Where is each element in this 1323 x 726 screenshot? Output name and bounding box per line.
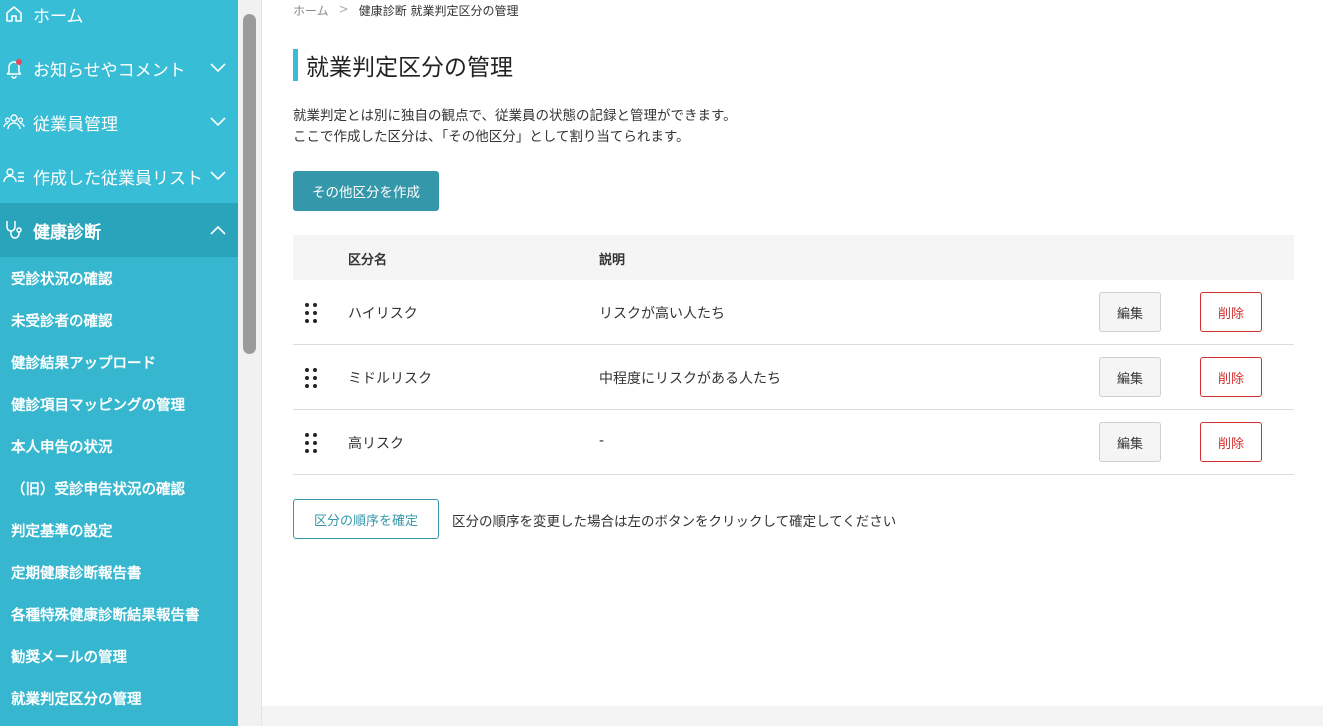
chevron-down-icon[interactable]: [208, 166, 228, 186]
users-icon: [3, 111, 25, 133]
delete-button[interactable]: 削除: [1200, 292, 1262, 332]
health-checkup-submenu: 受診状況の確認 未受診者の確認 健診結果アップロード 健診項目マッピングの管理 …: [0, 257, 238, 726]
home-icon: [3, 3, 25, 25]
table-row: ミドルリスク 中程度にリスクがある人たち 編集 削除: [293, 345, 1294, 410]
chevron-up-icon[interactable]: [208, 220, 228, 240]
breadcrumb-separator: >: [338, 2, 349, 16]
confirm-order-button[interactable]: 区分の順序を確定: [293, 499, 439, 539]
sub-item-special-report[interactable]: 各種特殊健康診断結果報告書: [11, 604, 200, 625]
footer: [262, 706, 1323, 726]
sub-item-periodic-report[interactable]: 定期健康診断報告書: [11, 562, 142, 583]
row-description: 中程度にリスクがある人たち: [599, 371, 781, 387]
create-category-button[interactable]: その他区分を作成: [293, 171, 439, 211]
description-line: ここで作成した区分は、「その他区分」として割り当てられます。: [293, 129, 690, 145]
sub-item-visit-status[interactable]: 受診状況の確認: [11, 268, 113, 289]
chevron-down-icon[interactable]: [208, 58, 228, 78]
nav-item-notifications[interactable]: お知らせやコメント: [0, 41, 238, 95]
nav-label-notifications: お知らせやコメント: [33, 60, 186, 81]
nav-item-employees[interactable]: 従業員管理: [0, 95, 238, 149]
table-row: 高リスク - 編集 削除: [293, 410, 1294, 475]
sub-item-mail[interactable]: 勧奨メールの管理: [11, 646, 127, 667]
bell-icon: [3, 57, 25, 79]
edit-button[interactable]: 編集: [1099, 357, 1161, 397]
edit-button[interactable]: 編集: [1099, 422, 1161, 462]
sidebar: ホーム お知らせやコメント 従業員管理 作成した従業員リスト 健康診断 受診状況…: [0, 0, 238, 726]
nav-label-employees: 従業員管理: [33, 114, 118, 135]
scrollbar-thumb[interactable]: [243, 14, 256, 354]
drag-handle-icon[interactable]: [303, 367, 319, 389]
nav-label-employee-lists: 作成した従業員リスト: [33, 168, 203, 189]
delete-button[interactable]: 削除: [1200, 422, 1262, 462]
sub-item-work-judgment[interactable]: 就業判定区分の管理: [11, 688, 142, 709]
nav-item-health-checkup[interactable]: 健康診断: [0, 203, 238, 257]
header-description: 説明: [599, 253, 626, 268]
row-description: リスクが高い人たち: [599, 306, 725, 322]
sub-item-self-report[interactable]: 本人申告の状況: [11, 436, 113, 457]
table-row: ハイリスク リスクが高い人たち 編集 削除: [293, 280, 1294, 345]
page-description: 就業判定とは別に独自の観点で、従業員の状態の記録と管理ができます。 ここで作成し…: [293, 106, 737, 148]
page-title: 就業判定区分の管理: [306, 55, 513, 81]
sub-item-result-upload[interactable]: 健診結果アップロード: [11, 352, 156, 373]
delete-button[interactable]: 削除: [1200, 357, 1262, 397]
sub-item-mapping[interactable]: 健診項目マッピングの管理: [11, 394, 185, 415]
drag-handle-icon[interactable]: [303, 302, 319, 324]
row-name: ミドルリスク: [348, 371, 432, 387]
row-description: -: [599, 433, 605, 449]
nav-label-home: ホーム: [33, 6, 84, 27]
nav-item-home[interactable]: ホーム: [0, 0, 238, 41]
nav-item-employee-lists[interactable]: 作成した従業員リスト: [0, 149, 238, 203]
description-line: 就業判定とは別に独自の観点で、従業員の状態の記録と管理ができます。: [293, 108, 737, 124]
breadcrumb: ホーム > 健康診断 就業判定区分の管理: [293, 2, 519, 19]
row-name: 高リスク: [348, 436, 404, 452]
sub-item-old-report[interactable]: （旧）受診申告状況の確認: [11, 478, 185, 499]
nav-label-health-checkup: 健康診断: [33, 222, 101, 243]
edit-button[interactable]: 編集: [1099, 292, 1161, 332]
category-table: 区分名 説明 ハイリスク リスクが高い人たち 編集 削除 ミドルリスク 中程度に…: [293, 235, 1294, 475]
chevron-down-icon[interactable]: [208, 112, 228, 132]
header-name: 区分名: [348, 253, 388, 268]
row-name: ハイリスク: [348, 306, 418, 322]
title-accent: [293, 49, 298, 81]
confirm-order-note: 区分の順序を変更した場合は左のボタンをクリックして確定してください: [452, 514, 897, 530]
user-list-icon: [3, 165, 25, 187]
drag-handle-icon[interactable]: [303, 432, 319, 454]
table-header: 区分名 説明: [293, 235, 1294, 280]
breadcrumb-home[interactable]: ホーム: [293, 2, 329, 19]
breadcrumb-current: 健康診断 就業判定区分の管理: [358, 4, 519, 18]
sub-item-criteria[interactable]: 判定基準の設定: [11, 520, 113, 541]
sub-item-unvisited[interactable]: 未受診者の確認: [11, 310, 113, 331]
stethoscope-icon: [3, 219, 25, 241]
